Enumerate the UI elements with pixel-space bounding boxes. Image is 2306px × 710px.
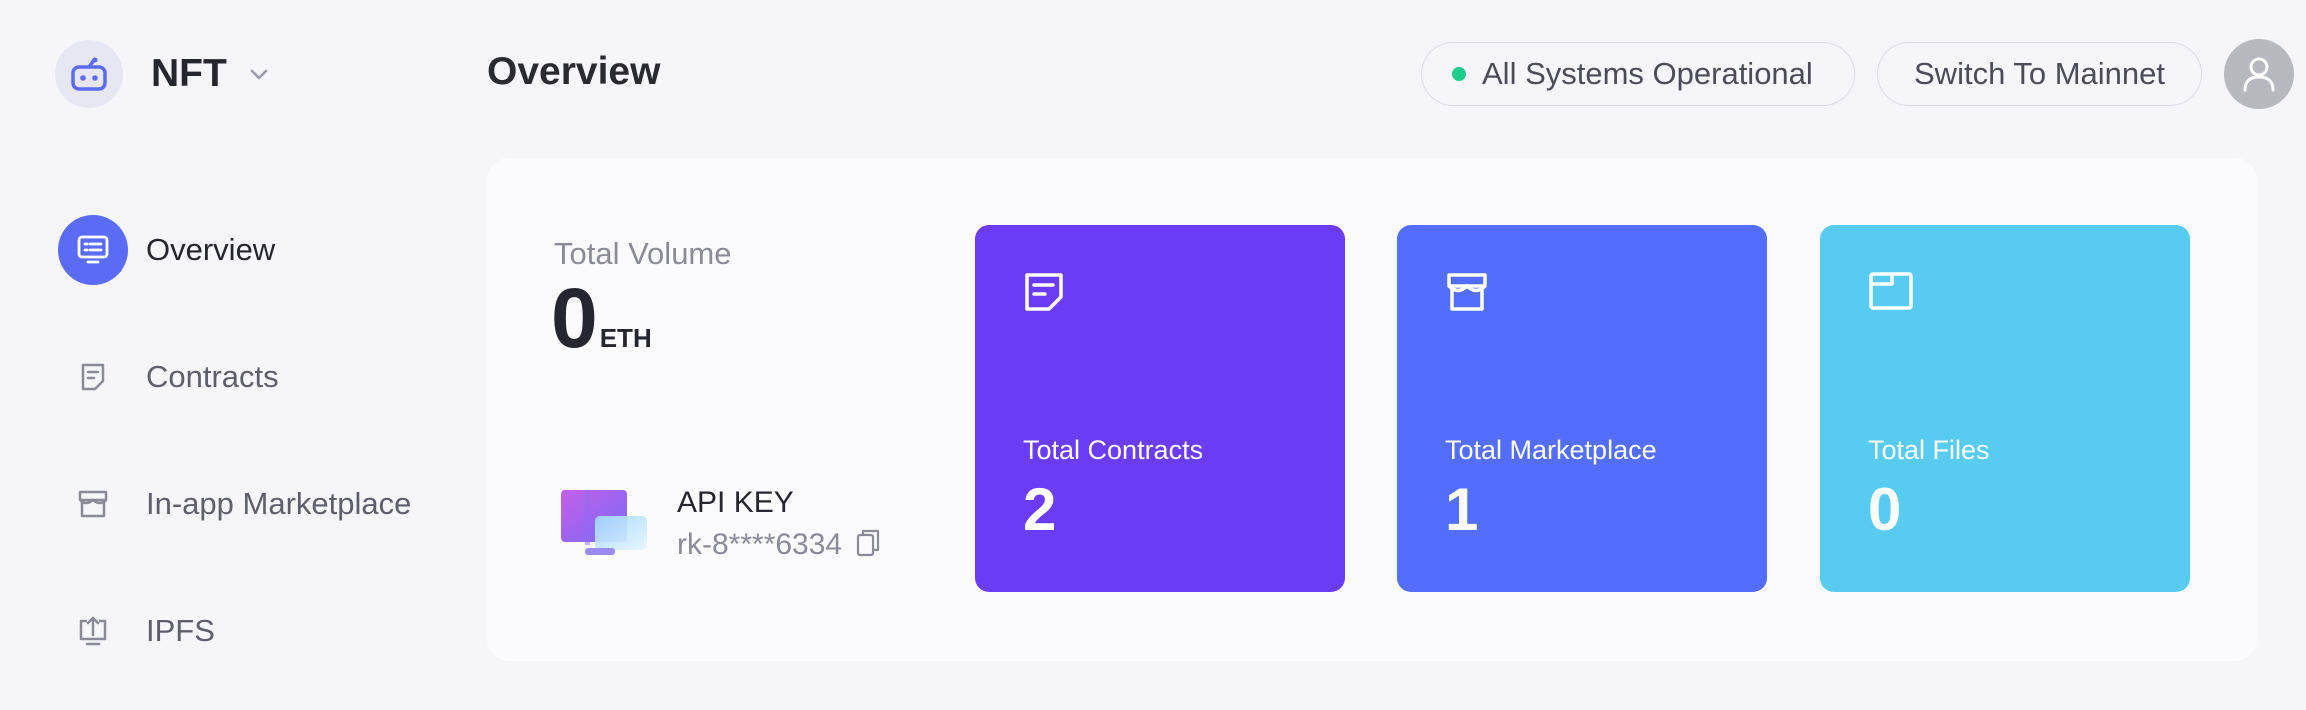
api-key-title: API KEY [677,486,794,519]
page-title: Overview [487,50,661,93]
status-dot [1452,67,1466,81]
sidebar-item-label: Overview [146,232,276,267]
stat-label: Total Contracts [1023,435,1204,465]
sidebar-item-label: IPFS [146,613,215,648]
sidebar-item-label: Contracts [146,359,279,394]
volume-unit: ETH [599,323,652,353]
folder-icon [1868,271,1914,316]
sidebar-item-contracts[interactable]: Contracts [58,342,458,412]
sidebar-item-ipfs[interactable]: IPFS [58,596,458,666]
robot-icon [55,40,123,108]
total-files-card[interactable]: Total Files 0 [1820,225,2190,592]
stat-label: Total Marketplace [1445,435,1657,465]
stat-value: 1 [1445,476,1479,543]
chevron-down-icon[interactable] [249,68,269,86]
total-contracts-card[interactable]: Total Contracts 2 [975,225,1345,592]
overview-card: Total Volume 0 ETH API KEY rk-8****6334 … [487,158,2257,661]
system-status-badge[interactable]: All Systems Operational [1421,42,1855,106]
devices-illustration-icon [559,488,649,560]
stat-value: 2 [1023,476,1057,543]
api-key-value: rk-8****6334 [677,528,843,561]
total-volume-value: 0 ETH [551,276,652,360]
sidebar-item-label: In-app Marketplace [146,486,412,521]
switch-network-button[interactable]: Switch To Mainnet [1877,42,2202,106]
store-icon [1445,271,1489,318]
store-icon [58,469,128,539]
total-volume-label: Total Volume [554,236,732,271]
monitor-icon [58,215,128,285]
document-icon [58,342,128,412]
upload-icon [58,596,128,666]
total-marketplace-card[interactable]: Total Marketplace 1 [1397,225,1767,592]
sidebar-item-overview[interactable]: Overview [58,215,458,285]
brand-name: NFT [151,52,227,95]
sidebar-item-marketplace[interactable]: In-app Marketplace [58,469,458,539]
sidebar: Overview Contracts In-app Marketplace IP… [58,215,458,710]
api-key-block: API KEY rk-8****6334 [559,486,880,562]
status-text: All Systems Operational [1482,56,1813,91]
user-icon[interactable] [2224,39,2294,109]
volume-number: 0 [551,271,598,365]
stat-value: 0 [1868,476,1902,543]
stat-label: Total Files [1868,435,1990,465]
document-icon [1023,271,1065,318]
brand[interactable]: NFT [55,40,269,108]
copy-icon[interactable] [856,529,880,562]
